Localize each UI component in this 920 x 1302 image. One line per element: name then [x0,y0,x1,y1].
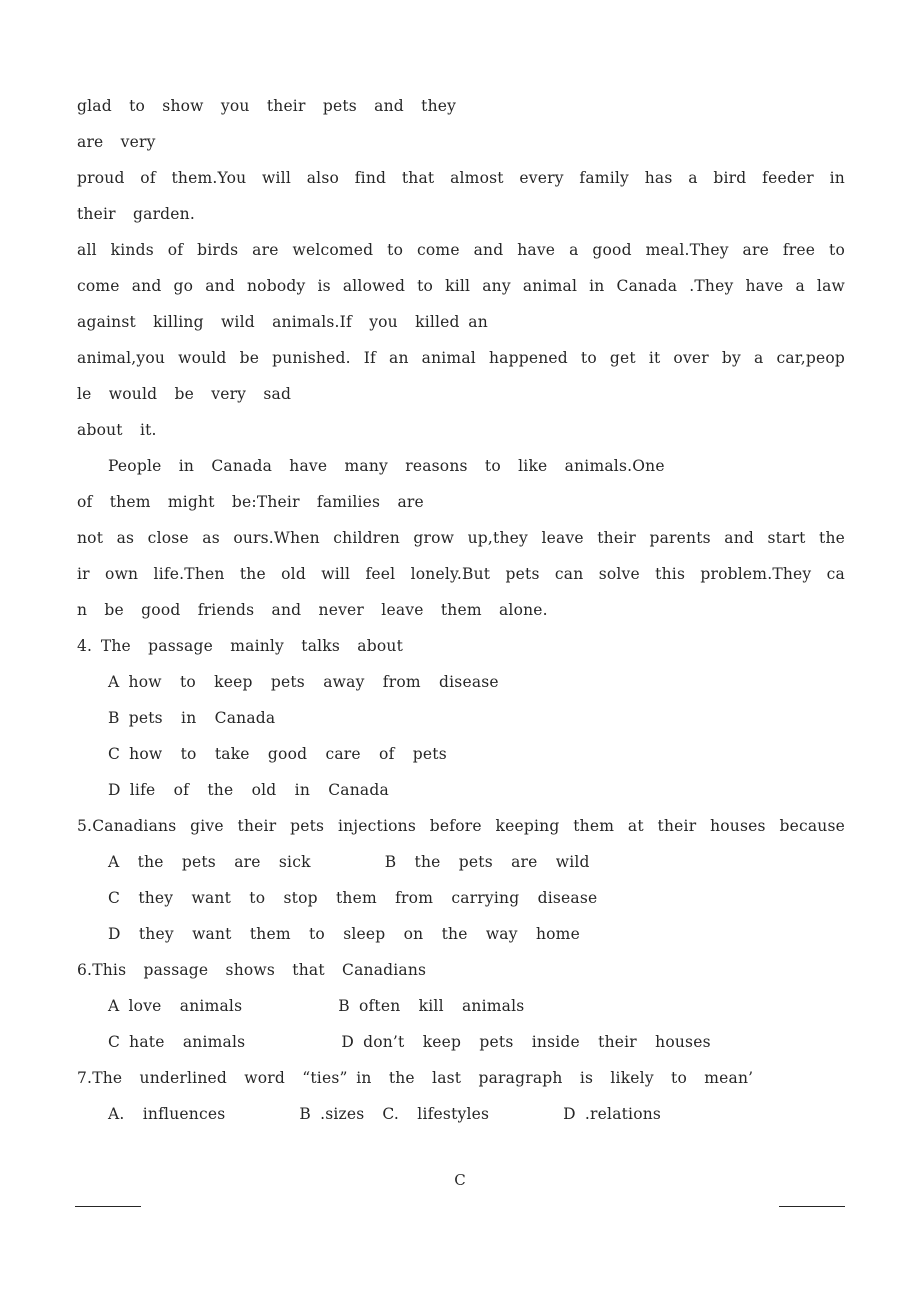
passage-line: of them might be:Their families are [77,493,424,511]
question-5-option-d[interactable]: D they want them to sleep on the way hom… [77,916,845,952]
footer-rule-right [779,1206,845,1207]
question-4-option-d[interactable]: D life of the old in Canada [77,772,845,808]
question-7-option-b[interactable]: B .sizes [299,1105,364,1123]
passage-line: proud of them.You will also find that al… [77,169,845,187]
passage-line: le would be very sad [77,385,292,403]
document-page: glad to show you their pets and they are… [0,0,920,1302]
passage-and-questions-body: glad to show you their pets and they are… [77,88,845,1132]
question-4-option-b[interactable]: B pets in Canada [77,700,845,736]
question-6-stem: 6.This passage shows that Canadians [77,961,427,979]
question-6-options-cd: C hate animals D don’t keep pets inside t… [77,1024,845,1060]
passage-line: not as close as ours.When children grow … [77,529,845,547]
question-5-option-a[interactable]: A the pets are sick [108,853,311,871]
question-6-option-b[interactable]: B often kill animals [338,997,524,1015]
question-5-options-ab: A the pets are sick B the pets are wild [77,844,845,880]
question-7-option-d[interactable]: D .relations [563,1105,661,1123]
page-footer: C [0,1170,920,1230]
passage-line: ir own life.Then the old will feel lonel… [77,565,845,583]
question-5-option-b[interactable]: B the pets are wild [385,853,590,871]
passage-line: are very [77,133,156,151]
footer-page-mark: C [454,1171,466,1189]
question-7-option-a[interactable]: A. influences [108,1105,225,1123]
question-7-stem: 7.The underlined word “ties” in the last… [77,1069,754,1087]
question-7-option-c[interactable]: C. lifestyles [382,1105,489,1123]
passage-line: People in Canada have many reasons to li… [108,457,665,475]
passage-line: n be good friends and never leave them a… [77,601,548,619]
question-6-options-ab: A love animals B often kill animals [77,988,845,1024]
question-6-option-c[interactable]: C hate animals [108,1033,245,1051]
passage-line: animal,you would be punished. If an anim… [77,349,845,367]
passage-line: come and go and nobody is allowed to kil… [77,277,845,295]
question-5-stem: 5.Canadians give their pets injections b… [77,817,845,835]
question-7-options-abcd: A. influences B .sizes C. lifestyles D .rel… [77,1096,845,1132]
question-6-option-a[interactable]: A love animals [108,997,242,1015]
passage-line: against killing wild animals.If you kill… [77,313,488,331]
question-4-stem: 4. The passage mainly talks about [77,637,404,655]
question-4-option-a[interactable]: A how to keep pets away from disease [77,664,845,700]
footer-rule-left [75,1206,141,1207]
question-5-option-c[interactable]: C they want to stop them from carrying d… [77,880,845,916]
passage-line: glad to show you their pets and they [77,97,457,115]
question-6-option-d[interactable]: D don’t keep pets inside their houses [341,1033,710,1051]
question-4-option-c[interactable]: C how to take good care of pets [77,736,845,772]
passage-line: about it. [77,421,157,439]
passage-line: all kinds of birds are welcomed to come … [77,241,845,259]
passage-line: their garden. [77,205,195,223]
